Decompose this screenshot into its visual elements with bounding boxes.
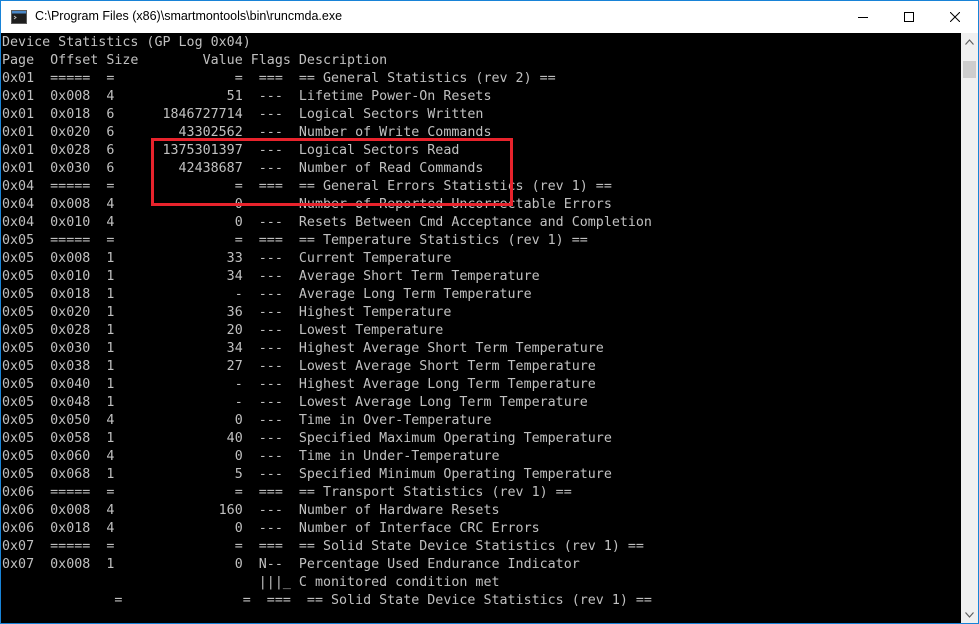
console-line: 0x05 0x058 1 40 --- Specified Maximum Op…	[2, 431, 612, 446]
close-button[interactable]	[932, 1, 978, 33]
console-line: 0x05 0x040 1 - --- Highest Average Long …	[2, 377, 596, 392]
console-line: 0x05 0x050 4 0 --- Time in Over-Temperat…	[2, 413, 492, 428]
console-line: 0x05 0x060 4 0 --- Time in Under-Tempera…	[2, 449, 500, 464]
console-line: 0x05 ===== = = === == Temperature Statis…	[2, 233, 588, 248]
console-line: 0x05 0x008 1 33 --- Current Temperature	[2, 251, 452, 266]
console-line: 0x06 0x008 4 160 --- Number of Hardware …	[2, 503, 500, 518]
minimize-button[interactable]	[840, 1, 886, 33]
maximize-button[interactable]	[886, 1, 932, 33]
vertical-scrollbar[interactable]	[961, 33, 978, 623]
console-window: C:\Program Files (x86)\smartmontools\bin…	[0, 0, 979, 624]
scroll-down-arrow-icon	[965, 611, 974, 618]
console-line: 0x05 0x048 1 - --- Lowest Average Long T…	[2, 395, 588, 410]
console-text: Device Statistics (GP Log 0x04) Page Offs…	[2, 34, 652, 610]
scroll-up-button[interactable]	[961, 33, 978, 50]
console-line: |||_ C monitored condition met	[2, 575, 500, 590]
console-line: 0x06 0x018 4 0 --- Number of Interface C…	[2, 521, 540, 536]
console-line: Page Offset Size Value Flags Description	[2, 53, 388, 68]
console-line: 0x05 0x010 1 34 --- Average Short Term T…	[2, 269, 540, 284]
highlight-box	[151, 138, 513, 206]
console-line: 0x05 0x030 1 34 --- Highest Average Shor…	[2, 341, 604, 356]
console-line: 0x01 ===== = = === == General Statistics…	[2, 71, 556, 86]
console-app-icon	[11, 10, 27, 24]
console-line: 0x05 0x018 1 - --- Average Long Term Tem…	[2, 287, 532, 302]
console-line: 0x01 0x008 4 51 --- Lifetime Power-On Re…	[2, 89, 492, 104]
close-icon	[950, 12, 960, 22]
console-line: 0x04 0x010 4 0 --- Resets Between Cmd Ac…	[2, 215, 652, 230]
window-title: C:\Program Files (x86)\smartmontools\bin…	[35, 9, 343, 23]
console-output[interactable]: Device Statistics (GP Log 0x04) Page Offs…	[1, 33, 961, 623]
scroll-up-arrow-icon	[965, 38, 974, 45]
console-line: 0x01 0x018 6 1846727714 --- Logical Sect…	[2, 107, 484, 122]
scroll-thumb[interactable]	[963, 61, 976, 78]
console-line: 0x07 0x008 1 0 N-- Percentage Used Endur…	[2, 557, 580, 572]
console-line: 0x05 0x020 1 36 --- Highest Temperature	[2, 305, 452, 320]
console-line: 0x05 0x038 1 27 --- Lowest Average Short…	[2, 359, 596, 374]
scroll-down-button[interactable]	[961, 606, 978, 623]
maximize-icon	[904, 12, 914, 22]
console-line: 0x06 ===== = = === == Transport Statisti…	[2, 485, 572, 500]
console-line: Device Statistics (GP Log 0x04)	[2, 35, 251, 50]
console-line: 0x07 ===== = = === == Solid State Device…	[2, 539, 644, 554]
minimize-icon	[858, 17, 868, 18]
console-line: 0x05 0x068 1 5 --- Specified Minimum Ope…	[2, 467, 612, 482]
console-line: 0x05 0x028 1 20 --- Lowest Temperature	[2, 323, 444, 338]
console-line: = = === == Solid State Device Statistics…	[2, 593, 652, 608]
title-bar[interactable]: C:\Program Files (x86)\smartmontools\bin…	[1, 1, 978, 33]
